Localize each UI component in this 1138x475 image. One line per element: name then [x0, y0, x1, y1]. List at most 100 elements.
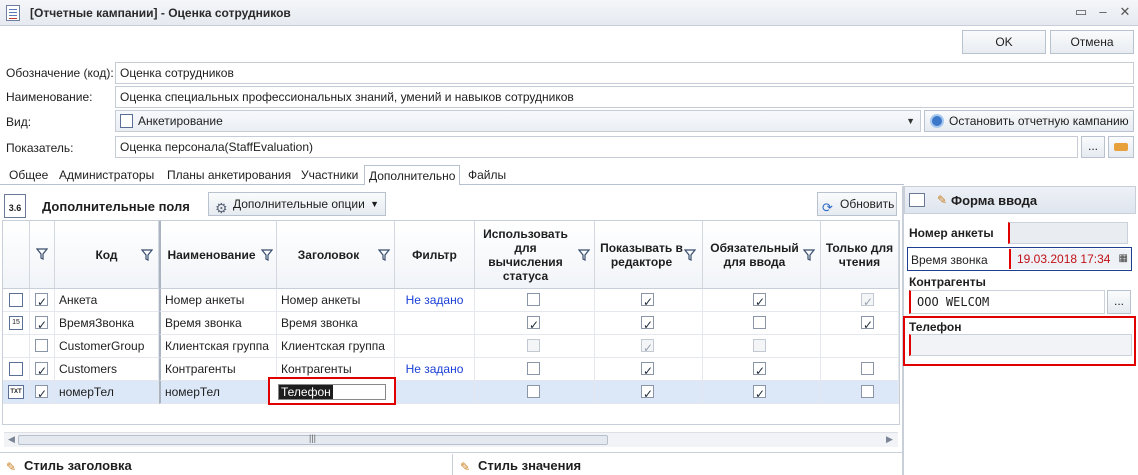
caption-cell[interactable]: Время звонка — [277, 312, 395, 335]
status-cell[interactable] — [475, 381, 595, 404]
required-cell[interactable] — [703, 358, 821, 381]
caption-editor[interactable]: Телефон — [278, 384, 386, 400]
number-field[interactable] — [1008, 222, 1128, 244]
scroll-right-icon[interactable]: ▶ — [886, 434, 893, 445]
grid-header-required[interactable]: Обязательный для ввода — [703, 221, 821, 289]
name-field[interactable]: Оценка специальных профессиональных знан… — [115, 86, 1134, 108]
readonly-checkbox[interactable] — [861, 314, 874, 334]
name-cell[interactable]: Контрагенты — [159, 358, 277, 381]
row-checkbox-cell[interactable] — [30, 335, 55, 358]
scrollbar-thumb[interactable]: ||| — [18, 433, 608, 445]
required-checkbox[interactable] — [753, 383, 766, 403]
readonly-checkbox[interactable] — [861, 385, 874, 398]
filter-icon[interactable] — [261, 249, 273, 261]
status-checkbox[interactable] — [527, 385, 540, 398]
row-checkbox-cell[interactable] — [30, 289, 55, 312]
readonly-cell[interactable] — [821, 358, 899, 381]
show-cell[interactable] — [595, 335, 703, 358]
tab-participants[interactable]: Участники — [297, 165, 362, 185]
required-checkbox[interactable] — [753, 291, 766, 311]
horizontal-scrollbar[interactable]: ◀ ||| ▶ — [4, 432, 898, 447]
row-checkbox[interactable] — [35, 339, 48, 352]
row-checkbox-cell[interactable] — [30, 312, 55, 335]
indicator-field[interactable]: Оценка персонала(StaffEvaluation) — [115, 136, 1078, 158]
show-cell[interactable] — [595, 312, 703, 335]
row-checkbox-cell[interactable] — [30, 358, 55, 381]
cancel-button[interactable]: Отмена — [1050, 30, 1134, 54]
minimize-icon[interactable]: ▭ — [1070, 3, 1092, 21]
row-checkbox[interactable] — [35, 314, 48, 334]
code-cell[interactable]: Customers — [55, 358, 159, 381]
readonly-cell[interactable] — [821, 381, 899, 404]
tab-additional[interactable]: Дополнительно — [364, 165, 461, 185]
show-checkbox[interactable] — [641, 291, 654, 311]
customers-field[interactable]: ООО WELCOM — [909, 290, 1105, 314]
tab-survey-plans[interactable]: Планы анкетирования — [163, 165, 295, 185]
stop-campaign-button[interactable]: Остановить отчетную кампанию — [924, 110, 1134, 132]
name-cell[interactable]: Номер анкеты — [159, 289, 277, 312]
code-field[interactable]: Оценка сотрудников — [115, 62, 1134, 84]
show-cell[interactable] — [595, 289, 703, 312]
calendar-icon[interactable]: ▦ — [1119, 249, 1128, 269]
readonly-checkbox[interactable] — [861, 362, 874, 375]
grid-header-checkbox[interactable] — [30, 221, 55, 289]
required-checkbox[interactable] — [753, 316, 766, 329]
required-cell[interactable] — [703, 289, 821, 312]
status-cell[interactable] — [475, 335, 595, 358]
show-cell[interactable] — [595, 358, 703, 381]
required-checkbox[interactable] — [753, 360, 766, 380]
status-checkbox[interactable] — [527, 314, 540, 334]
filter-icon[interactable] — [684, 249, 696, 261]
additional-options-button[interactable]: ⚙ Дополнительные опции ▼ — [208, 192, 386, 216]
row-checkbox[interactable] — [35, 291, 48, 311]
indicator-browse-button[interactable]: ... — [1081, 136, 1105, 158]
grid-header-readonly[interactable]: Только для чтения — [821, 221, 899, 289]
status-cell[interactable] — [475, 312, 595, 335]
grid-header-caption[interactable]: Заголовок — [277, 221, 395, 289]
show-checkbox[interactable] — [641, 314, 654, 334]
phone-field[interactable] — [909, 334, 1132, 356]
grid-header-code[interactable]: Код — [55, 221, 159, 289]
row-checkbox-cell[interactable] — [30, 381, 55, 404]
kind-select[interactable]: Анкетирование ▼ — [115, 110, 921, 132]
filter-icon[interactable] — [141, 249, 153, 261]
show-cell[interactable] — [595, 381, 703, 404]
filter-icon[interactable] — [378, 249, 390, 261]
row-checkbox[interactable] — [35, 383, 48, 403]
grid-header-name[interactable]: Наименование — [159, 221, 277, 289]
scroll-left-icon[interactable]: ◀ — [8, 434, 15, 445]
filter-cell[interactable] — [395, 312, 475, 335]
indicator-open-button[interactable] — [1108, 136, 1134, 158]
code-cell[interactable]: номерТел — [55, 381, 159, 404]
code-cell[interactable]: ВремяЗвонка — [55, 312, 159, 335]
tab-files[interactable]: Файлы — [464, 165, 510, 185]
required-cell[interactable] — [703, 381, 821, 404]
filter-icon[interactable] — [578, 249, 590, 261]
filter-cell[interactable] — [395, 335, 475, 358]
status-checkbox[interactable] — [527, 362, 540, 375]
readonly-cell[interactable] — [821, 312, 899, 335]
caption-cell[interactable]: Номер анкеты — [277, 289, 395, 312]
filter-cell[interactable]: Не задано — [395, 358, 475, 381]
filter-icon[interactable] — [36, 248, 48, 260]
readonly-cell[interactable] — [821, 289, 899, 312]
code-cell[interactable]: CustomerGroup — [55, 335, 159, 358]
show-checkbox[interactable] — [641, 360, 654, 380]
grid-header-show[interactable]: Показывать в редакторе — [595, 221, 703, 289]
show-checkbox[interactable] — [641, 383, 654, 403]
status-checkbox[interactable] — [527, 293, 540, 306]
required-cell[interactable] — [703, 335, 821, 358]
status-cell[interactable] — [475, 358, 595, 381]
filter-icon[interactable] — [803, 249, 815, 261]
code-cell[interactable]: Анкета — [55, 289, 159, 312]
grid-header-filter[interactable]: Фильтр — [395, 221, 475, 289]
grid-header-status[interactable]: Использовать для вычисления статуса — [475, 221, 595, 289]
filter-cell[interactable]: Не задано — [395, 289, 475, 312]
row-checkbox[interactable] — [35, 360, 48, 380]
close-icon[interactable]: ✕ — [1114, 3, 1136, 21]
ok-button[interactable]: OK — [962, 30, 1046, 54]
status-cell[interactable] — [475, 289, 595, 312]
name-cell[interactable]: Клиентская группа — [159, 335, 277, 358]
name-cell[interactable]: Время звонка — [159, 312, 277, 335]
customers-browse-button[interactable]: ... — [1107, 290, 1131, 314]
